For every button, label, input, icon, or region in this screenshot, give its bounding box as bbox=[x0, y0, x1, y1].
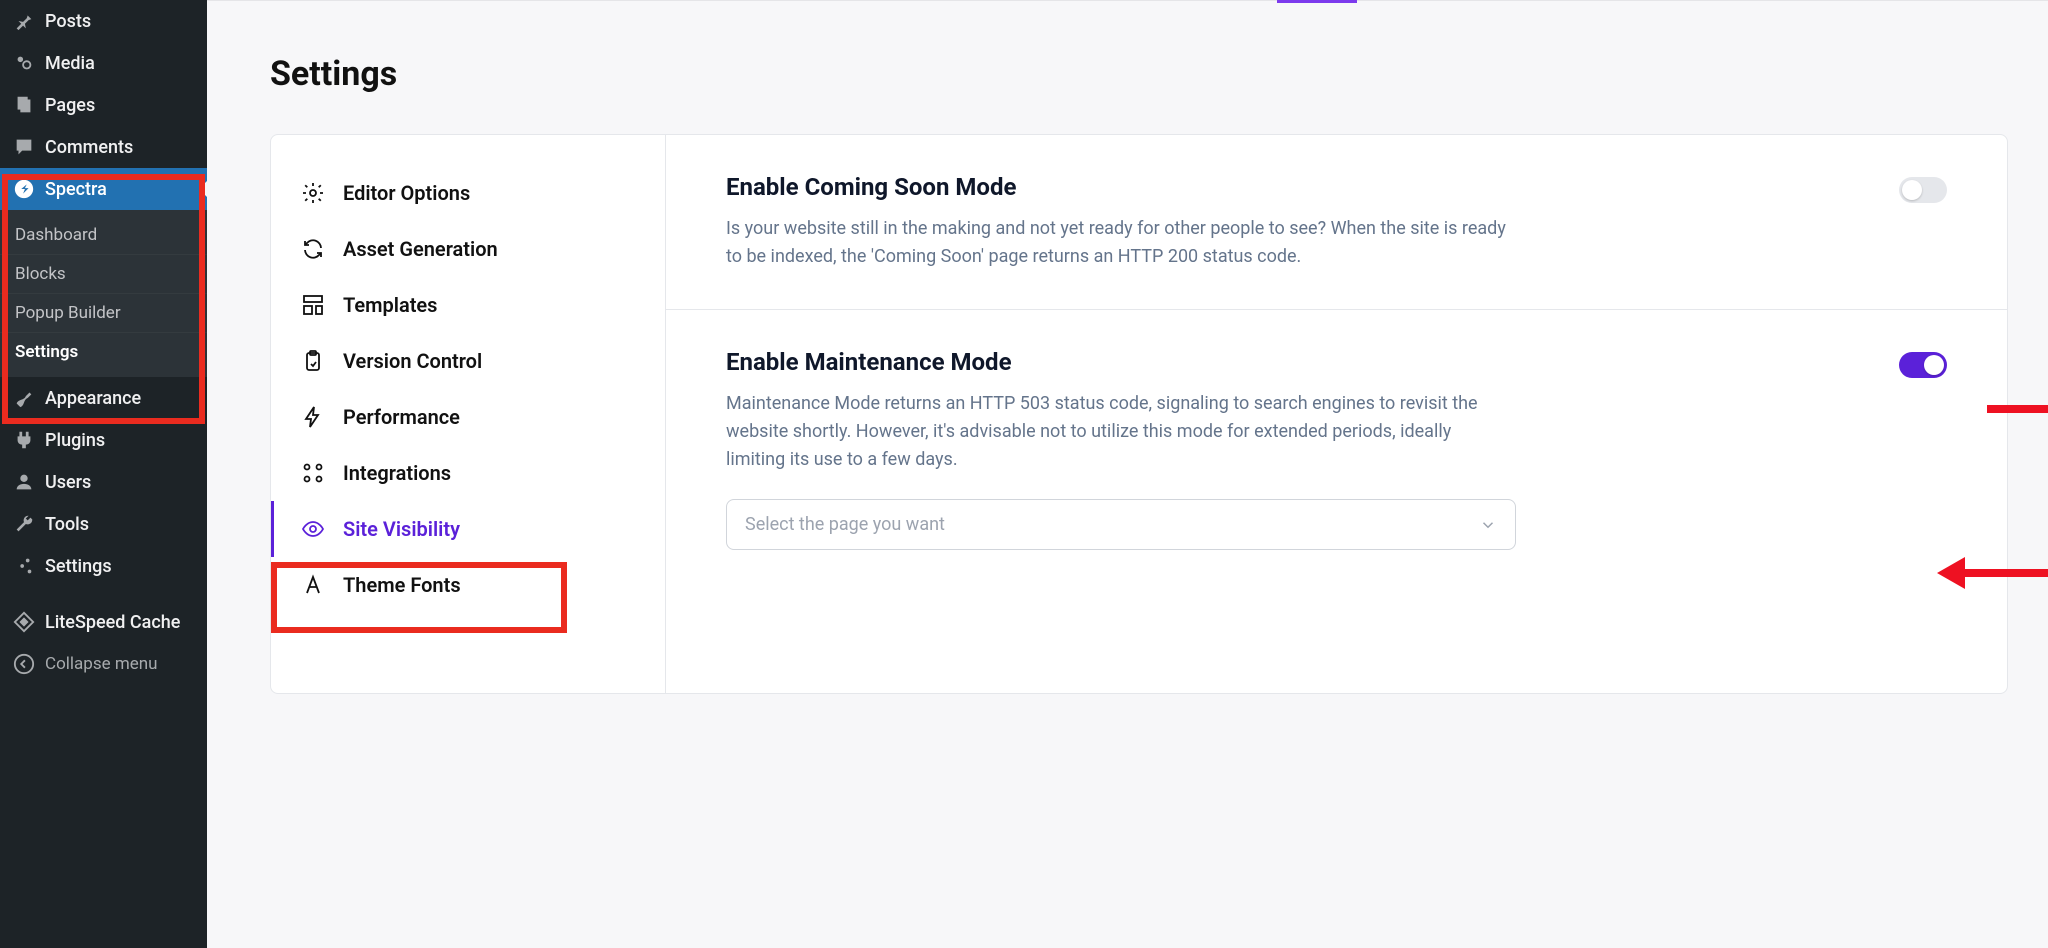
litespeed-icon bbox=[13, 611, 35, 633]
eye-icon bbox=[301, 517, 325, 541]
nav-theme-fonts[interactable]: Theme Fonts bbox=[271, 557, 665, 613]
chevron-down-icon bbox=[1479, 516, 1497, 534]
user-icon bbox=[13, 471, 35, 493]
nav-label: Asset Generation bbox=[343, 237, 498, 261]
menu-users[interactable]: Users bbox=[0, 461, 207, 503]
submenu-dashboard[interactable]: Dashboard bbox=[0, 216, 207, 254]
menu-litespeed[interactable]: LiteSpeed Cache bbox=[0, 601, 207, 643]
maintenance-title: Enable Maintenance Mode bbox=[726, 348, 1869, 376]
menu-label: Comments bbox=[45, 137, 133, 158]
submenu-settings[interactable]: Settings bbox=[0, 332, 207, 371]
maintenance-toggle[interactable] bbox=[1899, 352, 1947, 378]
sliders-icon bbox=[13, 555, 35, 577]
menu-label: Tools bbox=[45, 514, 89, 535]
wrench-icon bbox=[13, 513, 35, 535]
coming-soon-text: Enable Coming Soon Mode Is your website … bbox=[726, 173, 1869, 271]
menu-pages[interactable]: Pages bbox=[0, 84, 207, 126]
refresh-icon bbox=[301, 237, 325, 261]
menu-label: Posts bbox=[45, 11, 91, 32]
wp-admin-sidebar: Posts Media Pages Comments Spectra Dashb… bbox=[0, 0, 207, 948]
font-icon bbox=[301, 573, 325, 597]
main-content: Settings Editor Options Asset Generation… bbox=[207, 0, 2048, 948]
menu-plugins[interactable]: Plugins bbox=[0, 419, 207, 461]
nav-integrations[interactable]: Integrations bbox=[271, 445, 665, 501]
nav-label: Site Visibility bbox=[343, 517, 460, 541]
maintenance-block: Enable Maintenance Mode Maintenance Mode… bbox=[666, 310, 2007, 589]
pushpin-icon bbox=[13, 10, 35, 32]
brush-icon bbox=[13, 387, 35, 409]
spectra-submenu: Dashboard Blocks Popup Builder Settings bbox=[0, 210, 207, 377]
template-icon bbox=[301, 293, 325, 317]
menu-spectra[interactable]: Spectra bbox=[0, 168, 207, 210]
collapse-icon bbox=[13, 653, 35, 675]
settings-panel: Editor Options Asset Generation Template… bbox=[270, 134, 2008, 694]
coming-soon-block: Enable Coming Soon Mode Is your website … bbox=[666, 135, 2007, 310]
top-accent-bar bbox=[1277, 0, 1357, 3]
menu-label: Appearance bbox=[45, 388, 141, 409]
coming-soon-title: Enable Coming Soon Mode bbox=[726, 173, 1869, 201]
settings-content: Enable Coming Soon Mode Is your website … bbox=[666, 135, 2007, 693]
comment-icon bbox=[13, 136, 35, 158]
nav-editor-options[interactable]: Editor Options bbox=[271, 165, 665, 221]
spectra-icon bbox=[13, 178, 35, 200]
grid-icon bbox=[301, 461, 325, 485]
nav-label: Editor Options bbox=[343, 181, 470, 205]
nav-site-visibility[interactable]: Site Visibility bbox=[271, 501, 665, 557]
menu-label: Users bbox=[45, 472, 91, 493]
nav-label: Integrations bbox=[343, 461, 451, 485]
coming-soon-toggle[interactable] bbox=[1899, 177, 1947, 203]
menu-comments[interactable]: Comments bbox=[0, 126, 207, 168]
nav-label: Theme Fonts bbox=[343, 573, 461, 597]
menu-label: Plugins bbox=[45, 430, 105, 451]
page-title: Settings bbox=[270, 54, 2048, 94]
nav-templates[interactable]: Templates bbox=[271, 277, 665, 333]
bolt-icon bbox=[301, 405, 325, 429]
maintenance-text: Enable Maintenance Mode Maintenance Mode… bbox=[726, 348, 1869, 551]
submenu-blocks[interactable]: Blocks bbox=[0, 254, 207, 293]
select-placeholder: Select the page you want bbox=[745, 514, 945, 535]
menu-label: LiteSpeed Cache bbox=[45, 612, 180, 633]
maintenance-page-select[interactable]: Select the page you want bbox=[726, 499, 1516, 550]
menu-media[interactable]: Media bbox=[0, 42, 207, 84]
menu-label: Settings bbox=[45, 556, 112, 577]
menu-label: Media bbox=[45, 53, 95, 74]
media-icon bbox=[13, 52, 35, 74]
nav-version-control[interactable]: Version Control bbox=[271, 333, 665, 389]
maintenance-desc: Maintenance Mode returns an HTTP 503 sta… bbox=[726, 390, 1506, 474]
nav-label: Version Control bbox=[343, 349, 482, 373]
clipboard-icon bbox=[301, 349, 325, 373]
menu-tools[interactable]: Tools bbox=[0, 503, 207, 545]
nav-label: Templates bbox=[343, 293, 437, 317]
nav-asset-generation[interactable]: Asset Generation bbox=[271, 221, 665, 277]
menu-settings[interactable]: Settings bbox=[0, 545, 207, 587]
menu-label: Spectra bbox=[45, 179, 107, 200]
nav-label: Performance bbox=[343, 405, 460, 429]
nav-performance[interactable]: Performance bbox=[271, 389, 665, 445]
pages-icon bbox=[13, 94, 35, 116]
submenu-popup-builder[interactable]: Popup Builder bbox=[0, 293, 207, 332]
menu-posts[interactable]: Posts bbox=[0, 0, 207, 42]
collapse-menu[interactable]: Collapse menu bbox=[0, 643, 207, 685]
gear-icon bbox=[301, 181, 325, 205]
menu-appearance[interactable]: Appearance bbox=[0, 377, 207, 419]
settings-nav: Editor Options Asset Generation Template… bbox=[271, 135, 666, 693]
plug-icon bbox=[13, 429, 35, 451]
collapse-label: Collapse menu bbox=[45, 654, 158, 674]
coming-soon-desc: Is your website still in the making and … bbox=[726, 215, 1506, 271]
caret-icon bbox=[199, 181, 207, 197]
menu-label: Pages bbox=[45, 95, 95, 116]
